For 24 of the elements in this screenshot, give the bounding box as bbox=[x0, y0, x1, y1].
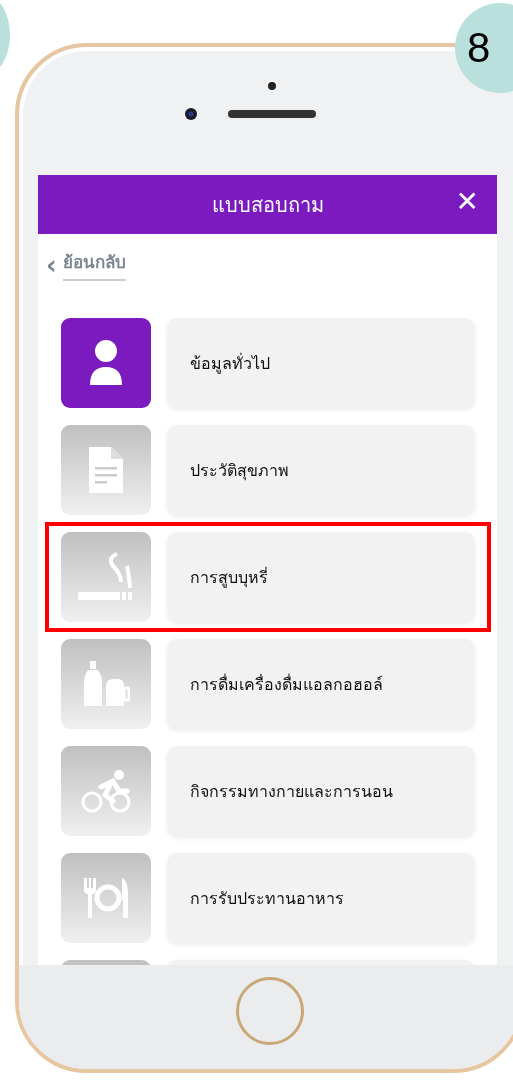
menu-item-button[interactable]: การรับประทานอาหาร bbox=[167, 853, 475, 943]
menu-icon-tile[interactable] bbox=[61, 746, 151, 836]
bottle-and-mug-icon bbox=[82, 660, 130, 708]
camera-icon bbox=[184, 107, 198, 121]
menu-item-button[interactable]: การดื่มเครื่องดื่มแอลกอฮอล์ bbox=[167, 639, 475, 729]
cigarette-icon bbox=[77, 552, 135, 602]
menu-item-button[interactable]: ประวัติสุขภาพ bbox=[167, 425, 475, 515]
menu-item-button[interactable]: ข้อมูลทั่วไป bbox=[167, 318, 475, 408]
menu-icon-tile[interactable] bbox=[61, 425, 151, 515]
cyclist-icon bbox=[81, 769, 131, 813]
menu-icon-tile[interactable] bbox=[61, 639, 151, 729]
menu-item-button[interactable]: กิจกรรมทางกายและการนอน bbox=[167, 746, 475, 836]
back-link[interactable]: ‹ ย้อนกลับ bbox=[46, 248, 126, 281]
menu-icon-tile[interactable] bbox=[61, 853, 151, 943]
close-button[interactable]: ✕ bbox=[455, 185, 479, 218]
person-icon bbox=[89, 339, 123, 387]
home-button[interactable] bbox=[236, 977, 304, 1045]
menu-icon-tile[interactable] bbox=[61, 318, 151, 408]
document-icon bbox=[87, 445, 125, 495]
plate-and-cutlery-icon bbox=[82, 876, 130, 920]
menu-item-button[interactable]: การสูบบุหรี่ bbox=[167, 532, 475, 622]
step-badge: 8 bbox=[455, 3, 513, 93]
header-title: แบบสอบถาม bbox=[211, 191, 324, 219]
menu-icon-tile[interactable] bbox=[61, 532, 151, 622]
